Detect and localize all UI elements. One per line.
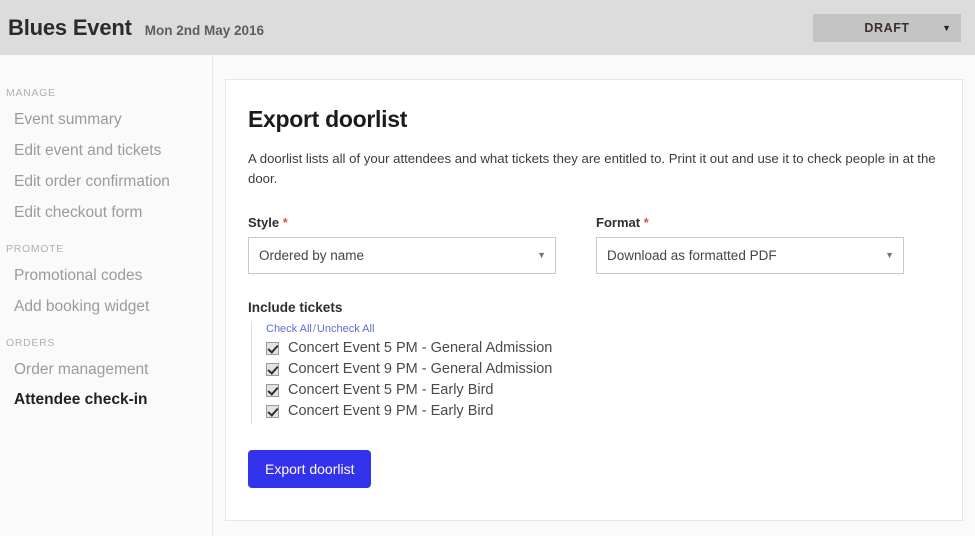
format-field: Format * Download as formatted PDF ▼ <box>596 215 904 274</box>
status-badge: DRAFT <box>864 21 910 35</box>
format-label: Format * <box>596 215 904 230</box>
check-all-link[interactable]: Check All <box>266 323 312 335</box>
page-title: Blues Event <box>8 14 132 40</box>
chevron-down-icon: ▼ <box>942 22 951 33</box>
style-select-value: Ordered by name <box>259 247 365 263</box>
form-row: Style * Ordered by name ▼ Format * Downl… <box>248 215 940 274</box>
chevron-down-icon: ▼ <box>537 249 546 260</box>
sidebar-item-edit-event-and-tickets[interactable]: Edit event and tickets <box>0 136 212 167</box>
sidebar-group-promote: PROMOTE Promotional codes Add booking wi… <box>0 243 212 323</box>
style-label-text: Style <box>248 214 280 230</box>
format-select-value: Download as formatted PDF <box>607 247 777 263</box>
sidebar-group-orders: ORDERS Order management Attendee check-i… <box>0 337 212 417</box>
ticket-label[interactable]: Concert Event 5 PM - Early Bird <box>288 382 494 398</box>
sidebar-heading-orders: ORDERS <box>6 336 56 349</box>
sidebar-heading-manage: MANAGE <box>6 87 56 99</box>
chevron-down-icon: ▼ <box>885 249 894 260</box>
ticket-checkbox[interactable] <box>266 362 279 376</box>
card-description: A doorlist lists all of your attendees a… <box>248 151 936 186</box>
link-separator: / <box>312 322 316 335</box>
uncheck-all-link[interactable]: Uncheck All <box>317 323 374 335</box>
style-field: Style * Ordered by name ▼ <box>248 215 556 274</box>
ticket-checkbox[interactable] <box>266 383 279 397</box>
sidebar-item-add-booking-widget[interactable]: Add booking widget <box>0 292 212 323</box>
format-label-text: Format <box>596 214 641 230</box>
sidebar-item-edit-checkout-form[interactable]: Edit checkout form <box>0 198 212 229</box>
list-item: Concert Event 5 PM - General Admission <box>262 338 940 359</box>
list-item: Concert Event 9 PM - Early Bird <box>262 401 940 422</box>
required-marker: * <box>643 214 649 230</box>
page-body: MANAGE Event summary Edit event and tick… <box>0 55 975 536</box>
sidebar-item-promotional-codes[interactable]: Promotional codes <box>0 261 212 292</box>
ticket-label[interactable]: Concert Event 5 PM - General Admission <box>288 340 552 356</box>
list-item: Concert Event 9 PM - General Admission <box>262 359 940 380</box>
card-title: Export doorlist <box>248 106 408 132</box>
export-doorlist-button[interactable]: Export doorlist <box>248 449 372 488</box>
event-status-dropdown[interactable]: DRAFT ▼ <box>813 14 961 42</box>
check-all-controls: Check All/Uncheck All <box>262 323 940 335</box>
ticket-checkbox[interactable] <box>266 404 279 418</box>
sidebar-group-manage: MANAGE Event summary Edit event and tick… <box>0 87 212 229</box>
sidebar-item-edit-order-confirmation[interactable]: Edit order confirmation <box>0 167 212 198</box>
sidebar-item-order-management[interactable]: Order management <box>0 355 212 386</box>
export-doorlist-card: Export doorlist A doorlist lists all of … <box>225 79 963 521</box>
format-select[interactable]: Download as formatted PDF ▼ <box>596 236 904 274</box>
tickets-list: Check All/Uncheck All Concert Event 5 PM… <box>251 320 940 424</box>
app-header: Blues Event Mon 2nd May 2016 DRAFT ▼ <box>0 0 975 55</box>
event-identity: Blues Event Mon 2nd May 2016 <box>8 15 264 41</box>
event-date: Mon 2nd May 2016 <box>144 22 265 38</box>
sidebar-item-event-summary[interactable]: Event summary <box>0 105 212 136</box>
main-content: Export doorlist A doorlist lists all of … <box>213 55 975 536</box>
sidebar-heading-promote: PROMOTE <box>6 242 64 255</box>
required-marker: * <box>282 214 288 230</box>
include-tickets-section: Include tickets Check All/Uncheck All Co… <box>248 300 940 424</box>
ticket-label[interactable]: Concert Event 9 PM - General Admission <box>288 361 552 377</box>
ticket-label[interactable]: Concert Event 9 PM - Early Bird <box>288 403 494 419</box>
style-label: Style * <box>248 215 556 230</box>
sidebar-nav: MANAGE Event summary Edit event and tick… <box>0 55 213 536</box>
ticket-checkbox[interactable] <box>266 341 279 355</box>
sidebar-item-attendee-check-in[interactable]: Attendee check-in <box>0 385 212 416</box>
include-tickets-title: Include tickets <box>248 299 343 315</box>
list-item: Concert Event 5 PM - Early Bird <box>262 380 940 401</box>
style-select[interactable]: Ordered by name ▼ <box>248 236 556 274</box>
